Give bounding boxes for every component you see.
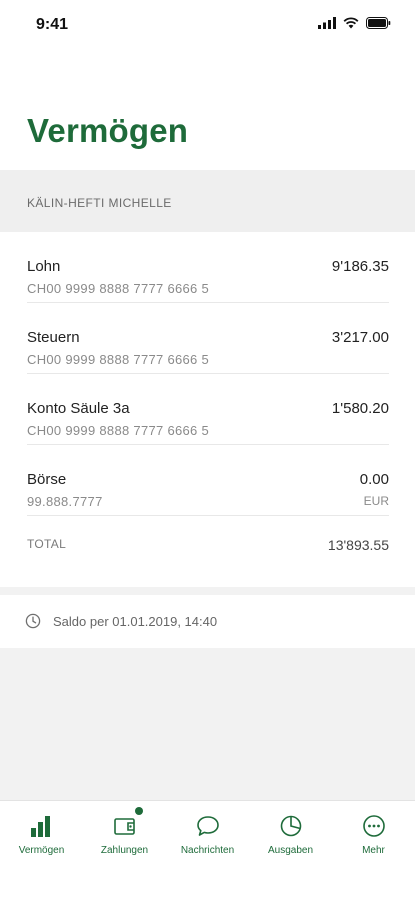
signal-icon — [318, 17, 336, 29]
battery-icon — [366, 17, 391, 29]
more-icon — [362, 815, 385, 837]
account-row-saeule-3a[interactable]: Konto Säule 3a CH00 9999 8888 7777 6666 … — [27, 374, 389, 445]
bar-chart-icon — [30, 816, 50, 837]
account-row-steuern[interactable]: Steuern CH00 9999 8888 7777 6666 5 3'217… — [27, 303, 389, 374]
account-iban: CH00 9999 8888 7777 6666 5 — [27, 281, 210, 296]
status-icons — [318, 17, 391, 29]
saldo-timestamp: Saldo per 01.01.2019, 14:40 — [53, 614, 218, 629]
status-time: 9:41 — [36, 16, 69, 33]
account-name: Steuern — [27, 329, 80, 346]
tab-label: Nachrichten — [180, 845, 235, 856]
owner-section: KÄLIN-HEFTI MICHELLE — [0, 170, 415, 232]
tab-label: Vermögen — [18, 845, 65, 856]
account-amount: 0.00 — [359, 471, 389, 488]
account-name: Konto Säule 3a — [27, 400, 130, 417]
wifi-icon — [343, 17, 359, 29]
account-amount: 3'217.00 — [331, 329, 389, 346]
saldo-section: Saldo per 01.01.2019, 14:40 — [0, 595, 415, 648]
page-title: Vermögen — [27, 112, 189, 149]
tab-label: Zahlungen — [100, 845, 149, 856]
account-iban: CH00 9999 8888 7777 6666 5 — [27, 352, 210, 367]
account-name: Lohn — [27, 258, 61, 275]
account-row-lohn[interactable]: Lohn CH00 9999 8888 7777 6666 5 9'186.35 — [27, 232, 389, 303]
wallet-icon — [113, 818, 135, 835]
total-amount: 13'893.55 — [327, 537, 389, 553]
chat-icon — [196, 816, 219, 836]
account-amount: 9'186.35 — [331, 258, 389, 275]
accounts-list: Lohn CH00 9999 8888 7777 6666 5 9'186.35… — [0, 232, 415, 587]
owner-name: KÄLIN-HEFTI MICHELLE — [27, 196, 172, 210]
account-row-boerse[interactable]: Börse 99.888.7777 0.00 EUR — [27, 445, 389, 516]
pie-chart-icon — [280, 815, 301, 837]
account-number: 99.888.7777 — [27, 494, 103, 509]
total-label: TOTAL — [27, 537, 67, 551]
status-bar: 9:41 — [0, 0, 415, 50]
account-amount: 1'580.20 — [331, 400, 389, 417]
notification-badge — [135, 807, 143, 815]
tab-ausgaben[interactable]: Ausgaben — [249, 801, 332, 871]
tab-bar: Vermögen Zahlungen Nachrichten Ausgaben … — [0, 800, 415, 900]
tab-mehr[interactable]: Mehr — [332, 801, 415, 871]
page-header: Vermögen — [0, 50, 415, 170]
clock-icon — [25, 613, 41, 629]
tab-label: Mehr — [362, 845, 385, 856]
tab-nachrichten[interactable]: Nachrichten — [166, 801, 249, 871]
tab-label: Ausgaben — [267, 845, 314, 856]
account-iban: CH00 9999 8888 7777 6666 5 — [27, 423, 210, 438]
account-currency: EUR — [363, 494, 389, 508]
tab-zahlungen[interactable]: Zahlungen — [83, 801, 166, 871]
tab-vermoegen[interactable]: Vermögen — [0, 801, 83, 871]
account-name: Börse — [27, 471, 67, 488]
